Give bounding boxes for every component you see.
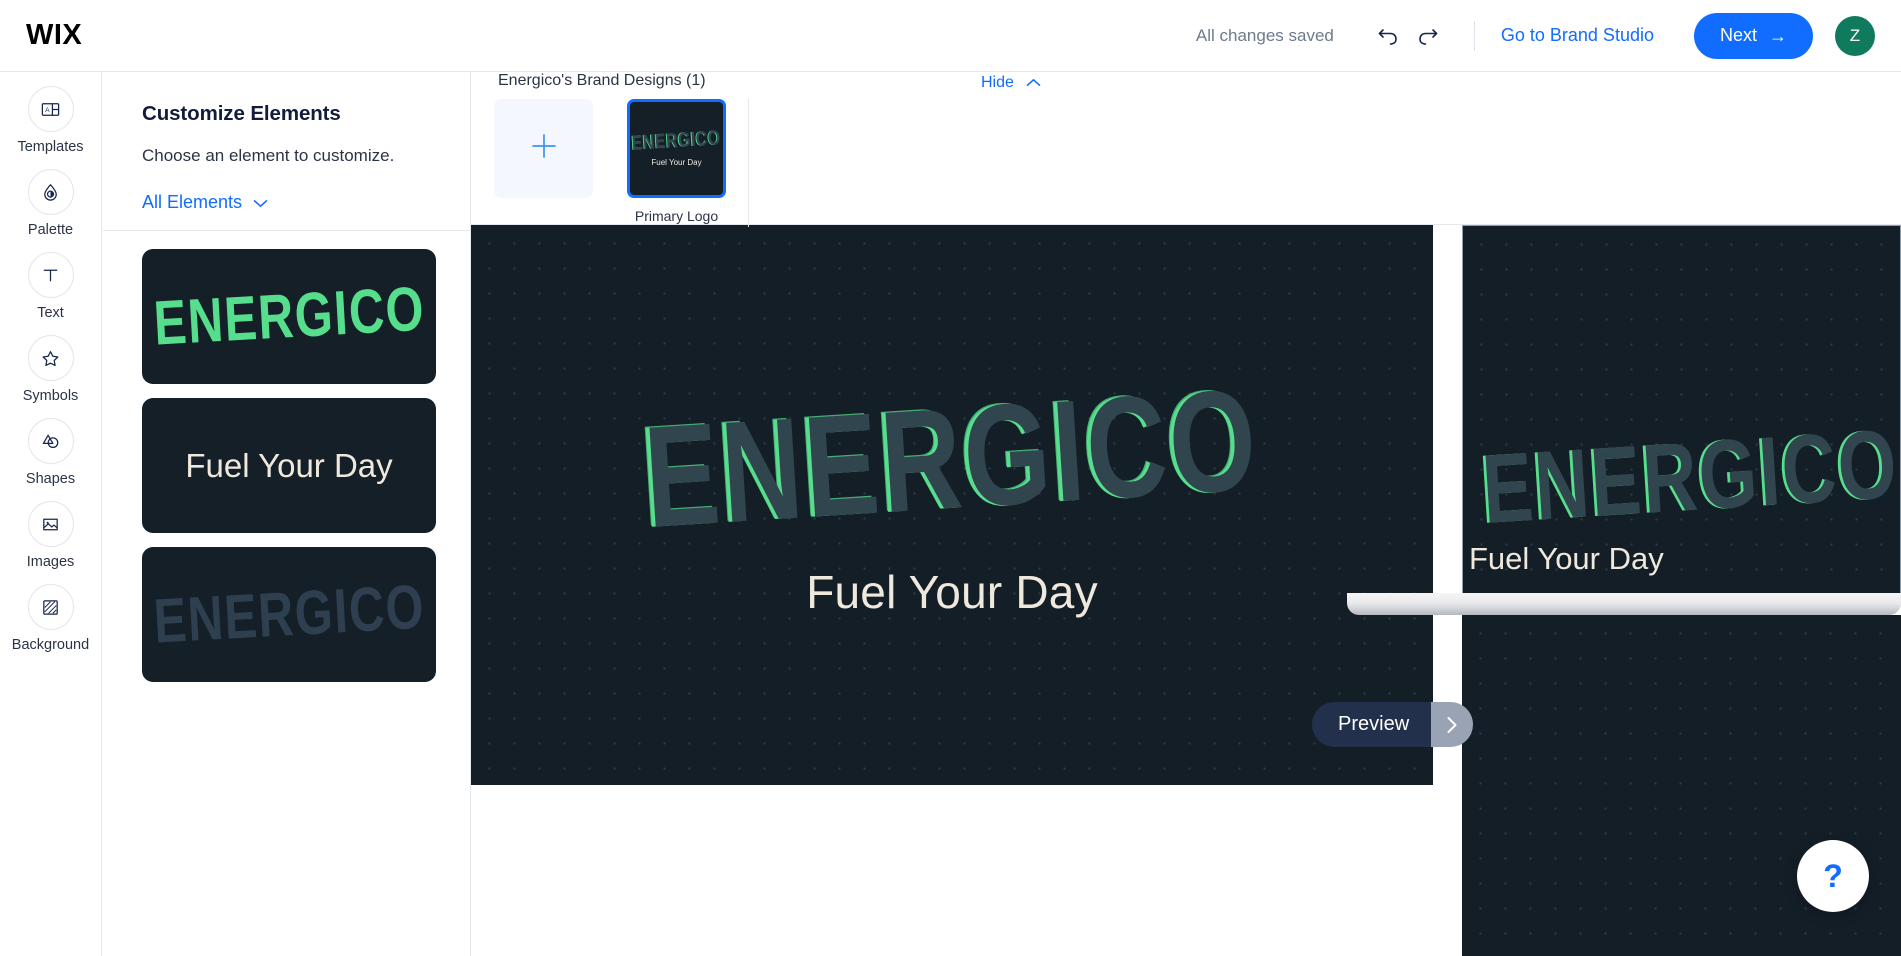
- sidebar-item-shapes[interactable]: Shapes: [0, 418, 102, 487]
- brand-design-thumbnail[interactable]: ENERGICO Fuel Your Day: [627, 99, 726, 198]
- wix-logo-maker-app: WIX All changes saved Go to Brand Studio…: [0, 0, 1901, 956]
- designs-strip-divider: [748, 99, 749, 227]
- brand-designs-row: ENERGICO Fuel Your Day Primary Logo: [494, 99, 726, 224]
- element-card-wordmark-green[interactable]: ENERGICO: [142, 249, 436, 384]
- logo-canvas: ENERGICO Fuel Your Day ENERGICO Fuel You…: [471, 225, 1901, 956]
- mockup-logo-wordmark: ENERGICO: [1479, 409, 1901, 544]
- chevron-down-icon: [253, 192, 268, 213]
- panel-subtitle: Choose an element to customize.: [142, 146, 395, 165]
- customize-elements-panel: Customize Elements Choose an element to …: [103, 72, 471, 956]
- sidebar-item-symbols[interactable]: Symbols: [0, 335, 102, 404]
- help-button[interactable]: ?: [1797, 840, 1869, 912]
- help-question-icon: ?: [1823, 857, 1843, 894]
- shapes-icon: [27, 418, 74, 464]
- header-divider: [1473, 20, 1475, 51]
- star-icon: [27, 335, 74, 381]
- brand-designs-strip: Energico's Brand Designs (1) Hide ENERGI…: [471, 72, 1901, 227]
- text-t-icon: [27, 252, 74, 298]
- sidebar-item-label: Shapes: [25, 471, 76, 487]
- thumbnail-wordmark: ENERGICO: [631, 125, 722, 155]
- redo-button[interactable]: [1408, 16, 1448, 56]
- sidebar-item-palette[interactable]: Palette: [0, 169, 102, 238]
- element-card-tagline[interactable]: Fuel Your Day: [142, 398, 436, 533]
- left-nav-rail: A Templates Palette Text Symbols Shapes …: [0, 72, 102, 956]
- redo-icon: [1415, 23, 1441, 49]
- preview-button-label: Preview: [1312, 702, 1432, 747]
- plus-icon: [527, 129, 561, 169]
- avatar[interactable]: Z: [1835, 15, 1875, 56]
- svg-text:A: A: [45, 106, 50, 113]
- brand-design-caption: Primary Logo: [634, 208, 719, 224]
- sidebar-item-label: Background: [11, 637, 90, 653]
- image-icon: [27, 501, 74, 547]
- sidebar-item-label: Text: [37, 305, 64, 321]
- next-button-label: Next: [1719, 25, 1757, 45]
- element-wordmark-text: ENERGICO: [151, 274, 427, 359]
- sidebar-item-label: Palette: [27, 222, 74, 238]
- undo-button[interactable]: [1368, 16, 1408, 56]
- add-design-button[interactable]: [494, 99, 593, 198]
- background-icon: [27, 584, 74, 630]
- page-title: Customize Elements: [142, 102, 341, 125]
- logo-composition: ENERGICO Fuel Your Day: [471, 225, 1433, 785]
- hide-button-label: Hide: [981, 74, 1014, 91]
- sidebar-item-images[interactable]: Images: [0, 501, 102, 570]
- panel-divider: [103, 230, 471, 231]
- logo-stage-mockup-top[interactable]: ENERGICO Fuel Your Day: [1462, 225, 1901, 595]
- element-filter-value: All Elements: [142, 192, 243, 212]
- templates-icon: A: [27, 86, 74, 132]
- header-actions: All changes saved Go to Brand Studio Nex…: [1195, 12, 1901, 59]
- logo-wordmark[interactable]: ENERGICO: [640, 357, 1263, 561]
- element-card-wordmark-shadow[interactable]: ENERGICO: [142, 547, 436, 682]
- brand-design-item: ENERGICO Fuel Your Day Primary Logo: [627, 99, 726, 224]
- logo-stage-primary[interactable]: ENERGICO Fuel Your Day: [471, 225, 1433, 785]
- brand-designs-title: Energico's Brand Designs (1): [498, 72, 706, 89]
- thumbnail-tagline: Fuel Your Day: [651, 157, 702, 167]
- hide-designs-button[interactable]: Hide: [981, 74, 1041, 92]
- element-tagline-text: Fuel Your Day: [185, 446, 393, 484]
- sidebar-item-label: Templates: [17, 139, 84, 155]
- palette-droplet-icon: [27, 169, 74, 215]
- mockup-logo-composition: ENERGICO Fuel Your Day: [1463, 409, 1901, 577]
- chevron-up-icon: [1026, 74, 1041, 92]
- mockup-logo-tagline: Fuel Your Day: [1469, 541, 1664, 576]
- sidebar-item-label: Images: [26, 554, 75, 570]
- panel-header: Customize Elements Choose an element to …: [103, 72, 470, 213]
- go-to-brand-studio-link[interactable]: Go to Brand Studio: [1501, 25, 1654, 46]
- save-status-text: All changes saved: [1195, 25, 1334, 45]
- arrow-right-icon: →: [1769, 25, 1787, 46]
- top-header: WIX All changes saved Go to Brand Studio…: [0, 0, 1901, 72]
- next-button[interactable]: Next →: [1693, 12, 1813, 59]
- wix-logo[interactable]: WIX: [26, 19, 82, 52]
- sidebar-item-text[interactable]: Text: [0, 252, 102, 321]
- element-wordmark-shadow-text: ENERGICO: [151, 572, 427, 657]
- element-filter-dropdown[interactable]: All Elements: [142, 192, 268, 213]
- logo-tagline[interactable]: Fuel Your Day: [806, 565, 1098, 619]
- sidebar-item-background[interactable]: Background: [0, 584, 102, 653]
- laptop-base-decoration: [1347, 593, 1901, 615]
- sidebar-item-templates[interactable]: A Templates: [0, 86, 102, 155]
- sidebar-item-label: Symbols: [22, 388, 79, 404]
- element-card-list: ENERGICO Fuel Your Day ENERGICO: [103, 213, 470, 682]
- preview-button[interactable]: Preview: [1312, 702, 1474, 747]
- undo-icon: [1375, 23, 1401, 49]
